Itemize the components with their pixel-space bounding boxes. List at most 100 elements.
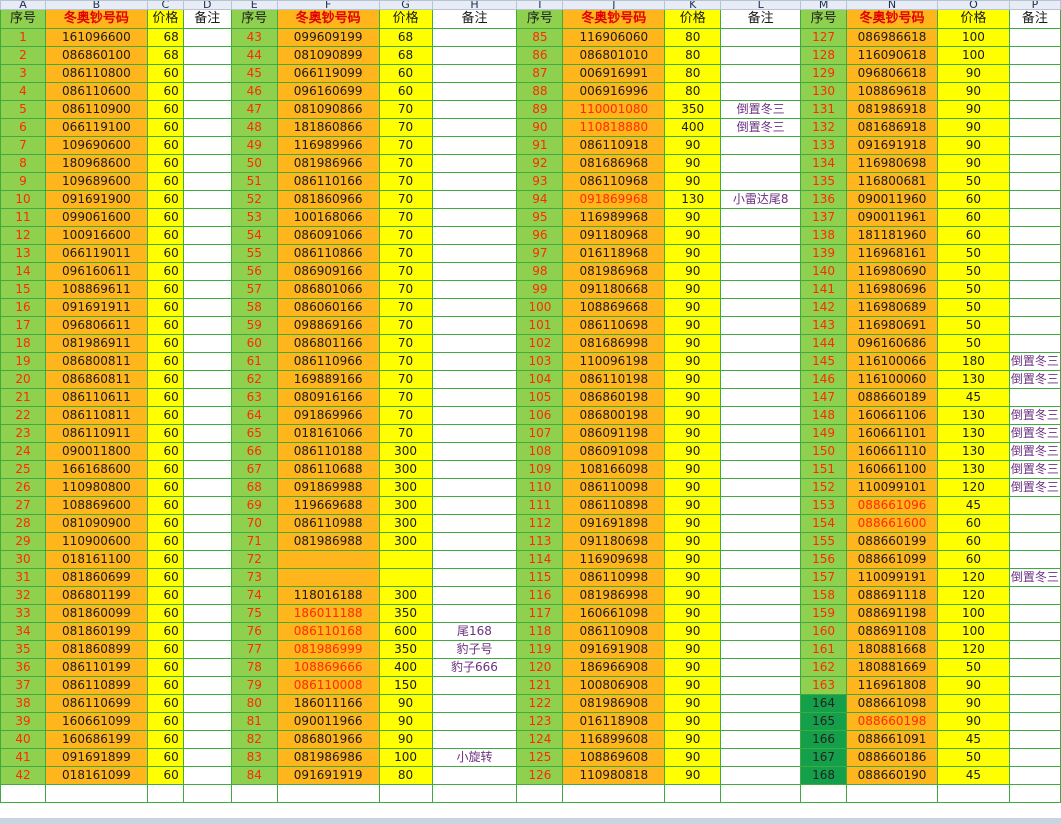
cell-price[interactable]: 80 bbox=[378, 766, 433, 785]
cell-code[interactable]: 081090866 bbox=[276, 100, 380, 119]
cell-seq[interactable]: 31 bbox=[0, 568, 46, 587]
cell-code[interactable]: 160686199 bbox=[44, 730, 148, 749]
cell-price[interactable]: 130 bbox=[937, 424, 1010, 443]
cell-code[interactable]: 100916600 bbox=[44, 226, 148, 245]
cell-note[interactable] bbox=[182, 694, 232, 713]
cell-price[interactable]: 90 bbox=[937, 694, 1010, 713]
cell-price[interactable] bbox=[378, 568, 433, 587]
cell-seq[interactable]: 96 bbox=[516, 226, 564, 245]
cell-seq[interactable]: 103 bbox=[516, 352, 564, 371]
cell-seq[interactable]: 5 bbox=[0, 100, 46, 119]
cell-price[interactable]: 60 bbox=[378, 82, 433, 101]
cell-price[interactable]: 90 bbox=[664, 532, 722, 551]
cell-seq[interactable]: 115 bbox=[516, 568, 564, 587]
cell-price[interactable] bbox=[378, 550, 433, 569]
cell-price[interactable]: 60 bbox=[146, 334, 184, 353]
cell-price[interactable]: 130 bbox=[937, 460, 1010, 479]
cell-price[interactable]: 300 bbox=[378, 460, 433, 479]
cell-note[interactable]: 倒置冬三 bbox=[1008, 352, 1061, 371]
cell-seq[interactable]: 6 bbox=[0, 118, 46, 137]
cell-seq[interactable]: 98 bbox=[516, 262, 564, 281]
column-letter-e[interactable]: E bbox=[230, 0, 278, 10]
cell-code[interactable]: 108166098 bbox=[562, 460, 666, 479]
cell-code[interactable]: 081986966 bbox=[276, 154, 380, 173]
cell-seq[interactable]: 133 bbox=[800, 136, 848, 155]
cell-note[interactable] bbox=[431, 100, 518, 119]
cell-price[interactable]: 350 bbox=[378, 604, 433, 623]
cell-code[interactable]: 081686968 bbox=[562, 154, 666, 173]
column-letter-f[interactable]: F bbox=[276, 0, 380, 10]
cell-empty[interactable] bbox=[230, 784, 278, 803]
cell-price[interactable]: 130 bbox=[937, 442, 1010, 461]
cell-note[interactable] bbox=[720, 622, 802, 641]
cell-seq[interactable]: 152 bbox=[800, 478, 848, 497]
cell-price[interactable]: 70 bbox=[378, 280, 433, 299]
cell-price[interactable]: 60 bbox=[146, 640, 184, 659]
cell-seq[interactable]: 41 bbox=[0, 748, 46, 767]
cell-seq[interactable]: 82 bbox=[230, 730, 278, 749]
cell-code[interactable]: 086110008 bbox=[276, 676, 380, 695]
cell-seq[interactable]: 159 bbox=[800, 604, 848, 623]
cell-note[interactable] bbox=[720, 28, 802, 47]
cell-seq[interactable]: 138 bbox=[800, 226, 848, 245]
column-letter-i[interactable]: I bbox=[516, 0, 564, 10]
cell-note[interactable]: 倒置冬三 bbox=[720, 100, 802, 119]
cell-seq[interactable]: 100 bbox=[516, 298, 564, 317]
cell-seq[interactable]: 13 bbox=[0, 244, 46, 263]
cell-empty[interactable] bbox=[937, 784, 1010, 803]
cell-price[interactable]: 70 bbox=[378, 172, 433, 191]
cell-code[interactable]: 091180698 bbox=[562, 532, 666, 551]
cell-note[interactable] bbox=[720, 766, 802, 785]
cell-price[interactable]: 60 bbox=[146, 352, 184, 371]
cell-code[interactable]: 091691908 bbox=[562, 640, 666, 659]
cell-note[interactable] bbox=[720, 532, 802, 551]
cell-note[interactable] bbox=[431, 136, 518, 155]
cell-empty[interactable] bbox=[431, 784, 518, 803]
cell-code[interactable]: 086800198 bbox=[562, 406, 666, 425]
cell-seq[interactable]: 7 bbox=[0, 136, 46, 155]
cell-note[interactable] bbox=[182, 226, 232, 245]
cell-code[interactable]: 086110908 bbox=[562, 622, 666, 641]
cell-note[interactable] bbox=[182, 28, 232, 47]
cell-code[interactable]: 110096198 bbox=[562, 352, 666, 371]
cell-code[interactable]: 086801966 bbox=[276, 730, 380, 749]
cell-code[interactable]: 086110199 bbox=[44, 658, 148, 677]
cell-seq[interactable]: 83 bbox=[230, 748, 278, 767]
cell-price[interactable]: 60 bbox=[146, 226, 184, 245]
cell-code[interactable]: 081986998 bbox=[562, 586, 666, 605]
cell-seq[interactable]: 157 bbox=[800, 568, 848, 587]
cell-price[interactable]: 50 bbox=[937, 244, 1010, 263]
cell-code[interactable]: 091180968 bbox=[562, 226, 666, 245]
cell-code[interactable]: 090011961 bbox=[846, 208, 938, 227]
cell-price[interactable]: 400 bbox=[378, 658, 433, 677]
cell-code[interactable]: 088691198 bbox=[846, 604, 938, 623]
cell-code[interactable]: 066119099 bbox=[276, 64, 380, 83]
cell-seq[interactable]: 122 bbox=[516, 694, 564, 713]
cell-seq[interactable]: 77 bbox=[230, 640, 278, 659]
cell-seq[interactable]: 136 bbox=[800, 190, 848, 209]
cell-price[interactable]: 90 bbox=[378, 712, 433, 731]
cell-note[interactable] bbox=[720, 370, 802, 389]
cell-code[interactable]: 180881668 bbox=[846, 640, 938, 659]
cell-price[interactable]: 60 bbox=[146, 244, 184, 263]
header-price[interactable]: 价格 bbox=[937, 9, 1010, 29]
cell-seq[interactable]: 2 bbox=[0, 46, 46, 65]
cell-note[interactable] bbox=[182, 280, 232, 299]
cell-seq[interactable]: 15 bbox=[0, 280, 46, 299]
cell-note[interactable] bbox=[431, 604, 518, 623]
cell-seq[interactable]: 146 bbox=[800, 370, 848, 389]
cell-code[interactable]: 110818880 bbox=[562, 118, 666, 137]
cell-seq[interactable]: 105 bbox=[516, 388, 564, 407]
cell-price[interactable]: 90 bbox=[664, 208, 722, 227]
cell-code[interactable]: 091869988 bbox=[276, 478, 380, 497]
cell-code[interactable]: 116100066 bbox=[846, 352, 938, 371]
cell-code[interactable]: 086110998 bbox=[562, 568, 666, 587]
cell-code[interactable]: 091869966 bbox=[276, 406, 380, 425]
cell-note[interactable] bbox=[431, 478, 518, 497]
cell-note[interactable] bbox=[182, 244, 232, 263]
cell-seq[interactable]: 70 bbox=[230, 514, 278, 533]
cell-price[interactable]: 60 bbox=[378, 64, 433, 83]
cell-seq[interactable]: 143 bbox=[800, 316, 848, 335]
cell-code[interactable]: 081986908 bbox=[562, 694, 666, 713]
cell-seq[interactable]: 28 bbox=[0, 514, 46, 533]
